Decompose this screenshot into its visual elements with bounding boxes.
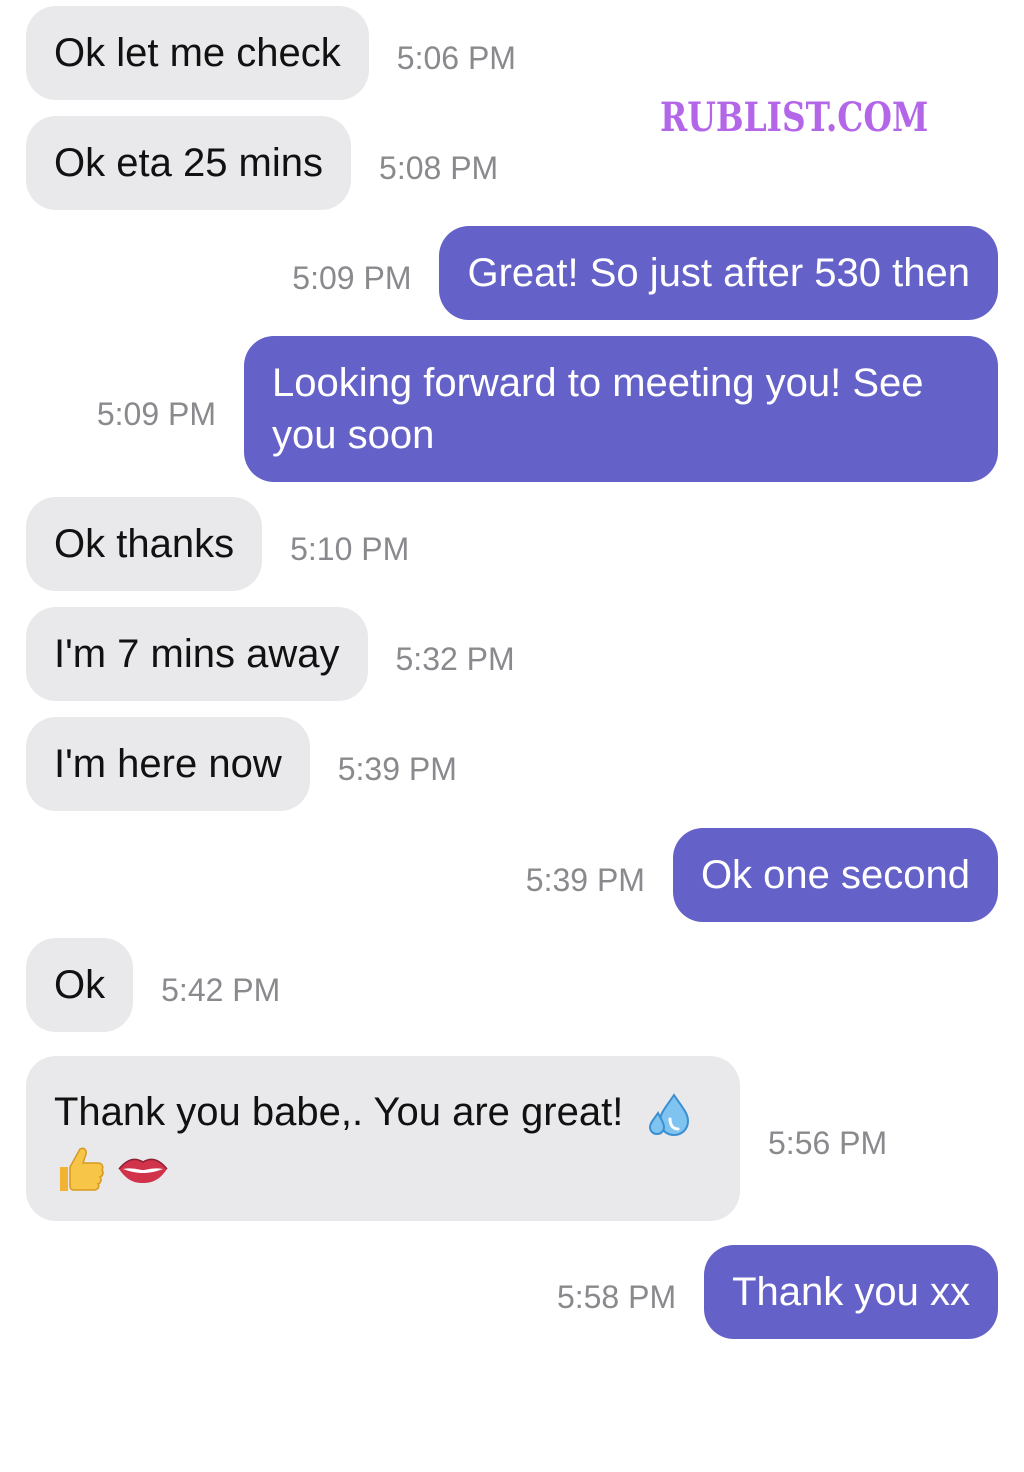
message-row: Ok 5:42 PM [0, 938, 1024, 1032]
watermark: RUBLIST.COM [656, 84, 946, 150]
message-timestamp: 5:08 PM [379, 149, 499, 186]
outgoing-message-bubble[interactable]: Great! So just after 530 then [439, 226, 998, 320]
incoming-message-bubble[interactable]: I'm 7 mins away [26, 607, 368, 701]
message-text: Ok eta 25 mins [54, 141, 324, 185]
message-text: Ok let me check [54, 31, 341, 75]
incoming-message-bubble[interactable]: Ok let me check [26, 6, 369, 100]
outgoing-message-bubble[interactable]: Ok one second [672, 828, 998, 922]
message-text: Ok [54, 963, 106, 1007]
message-row: 5:58 PM Thank you xx [0, 1245, 1024, 1339]
outgoing-message-bubble[interactable]: Thank you xx [704, 1245, 998, 1339]
sweat-droplets-icon [644, 1089, 696, 1141]
message-timestamp: 5:09 PM [292, 259, 412, 296]
message-timestamp: 5:06 PM [396, 39, 516, 76]
incoming-message-bubble[interactable]: Ok [26, 938, 134, 1032]
message-timestamp: 5:39 PM [525, 861, 645, 898]
message-row: 5:39 PM Ok one second [0, 828, 1024, 922]
message-timestamp: 5:09 PM [96, 395, 216, 432]
message-text: Great! So just after 530 then [467, 251, 970, 295]
thumbs-up-icon [54, 1143, 106, 1195]
message-timestamp: 5:56 PM [768, 1125, 888, 1161]
message-text: Ok one second [700, 853, 970, 897]
message-timestamp: 5:39 PM [337, 750, 457, 787]
message-thread: Ok let me check 5:06 PM Ok eta 25 mins 5… [0, 0, 1024, 1472]
incoming-message-bubble[interactable]: Ok thanks [26, 497, 263, 591]
message-row: I'm here now 5:39 PM [0, 717, 1024, 811]
message-timestamp: 5:32 PM [395, 640, 515, 677]
message-text: I'm here now [54, 742, 282, 786]
incoming-message-bubble[interactable]: Ok eta 25 mins [26, 116, 352, 210]
message-row: 5:09 PM Great! So just after 530 then [0, 226, 1024, 320]
message-row: Thank you babe,. You are great! 5:56 PM [0, 1048, 1024, 1229]
message-text: I'm 7 mins away [54, 632, 340, 676]
message-text: Ok thanks [54, 522, 235, 566]
message-timestamp: 5:42 PM [161, 971, 281, 1008]
incoming-message-bubble[interactable]: Thank you babe,. You are great! [26, 1056, 740, 1221]
message-row: I'm 7 mins away 5:32 PM [0, 607, 1024, 701]
message-text: Looking forward to meeting you! See you … [272, 361, 924, 457]
message-row: 5:09 PM Looking forward to meeting you! … [0, 336, 1024, 482]
watermark-text: RUBLIST.COM [660, 93, 929, 141]
lips-icon [117, 1143, 169, 1195]
outgoing-message-bubble[interactable]: Looking forward to meeting you! See you … [244, 336, 998, 482]
message-text: Thank you babe,. You are great! [54, 1090, 624, 1135]
message-timestamp: 5:10 PM [290, 530, 410, 567]
message-timestamp: 5:58 PM [556, 1278, 677, 1315]
message-row: Ok thanks 5:10 PM [0, 497, 1024, 591]
message-text: Thank you xx [732, 1270, 970, 1314]
incoming-message-bubble[interactable]: I'm here now [26, 717, 310, 811]
